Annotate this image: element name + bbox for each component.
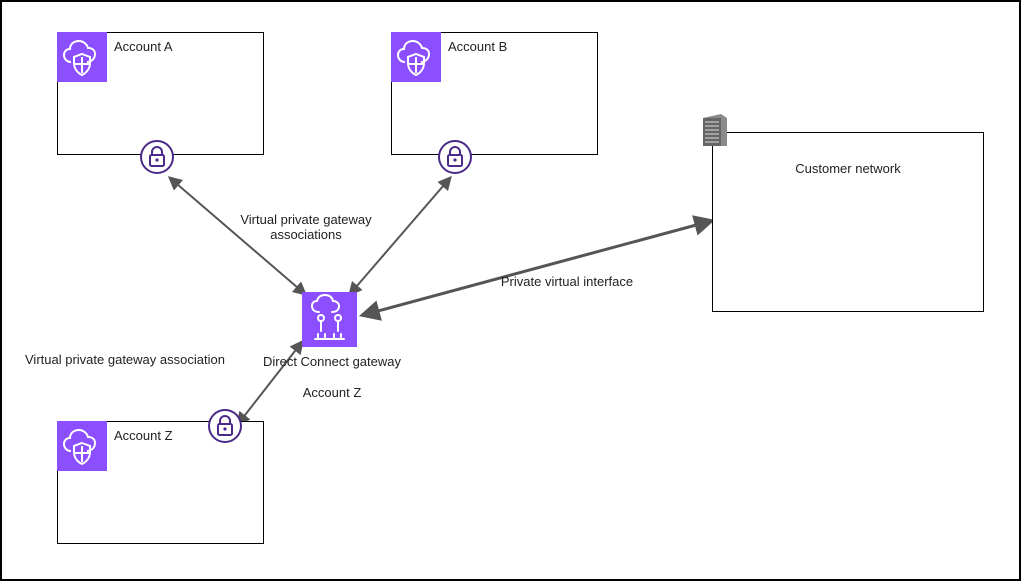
dc-gateway-label: Direct Connect gateway — [252, 354, 412, 369]
account-a-box: Account A — [57, 32, 264, 155]
vpg-lock-icon-a — [140, 140, 174, 174]
pvi-label: Private virtual interface — [482, 274, 652, 289]
diagram-canvas: Account A Account B — [0, 0, 1021, 581]
account-b-box: Account B — [391, 32, 598, 155]
vpg-lock-icon-z — [208, 409, 242, 443]
account-a-label: Account A — [114, 39, 173, 54]
cloud-shield-icon — [57, 32, 107, 82]
account-b-label: Account B — [448, 39, 507, 54]
customer-network-box: Customer network — [712, 132, 984, 312]
dc-gateway-account-label: Account Z — [292, 385, 372, 400]
server-rack-icon — [699, 112, 729, 148]
cloud-shield-icon — [57, 421, 107, 471]
cloud-shield-icon — [391, 32, 441, 82]
vpg-assoc-plural-label: Virtual private gateway associations — [226, 212, 386, 242]
account-z-label: Account Z — [114, 428, 173, 443]
vpg-assoc-label: Virtual private gateway association — [25, 352, 255, 367]
customer-network-label: Customer network — [713, 161, 983, 176]
direct-connect-gateway-icon — [302, 292, 357, 347]
vpg-lock-icon-b — [438, 140, 472, 174]
